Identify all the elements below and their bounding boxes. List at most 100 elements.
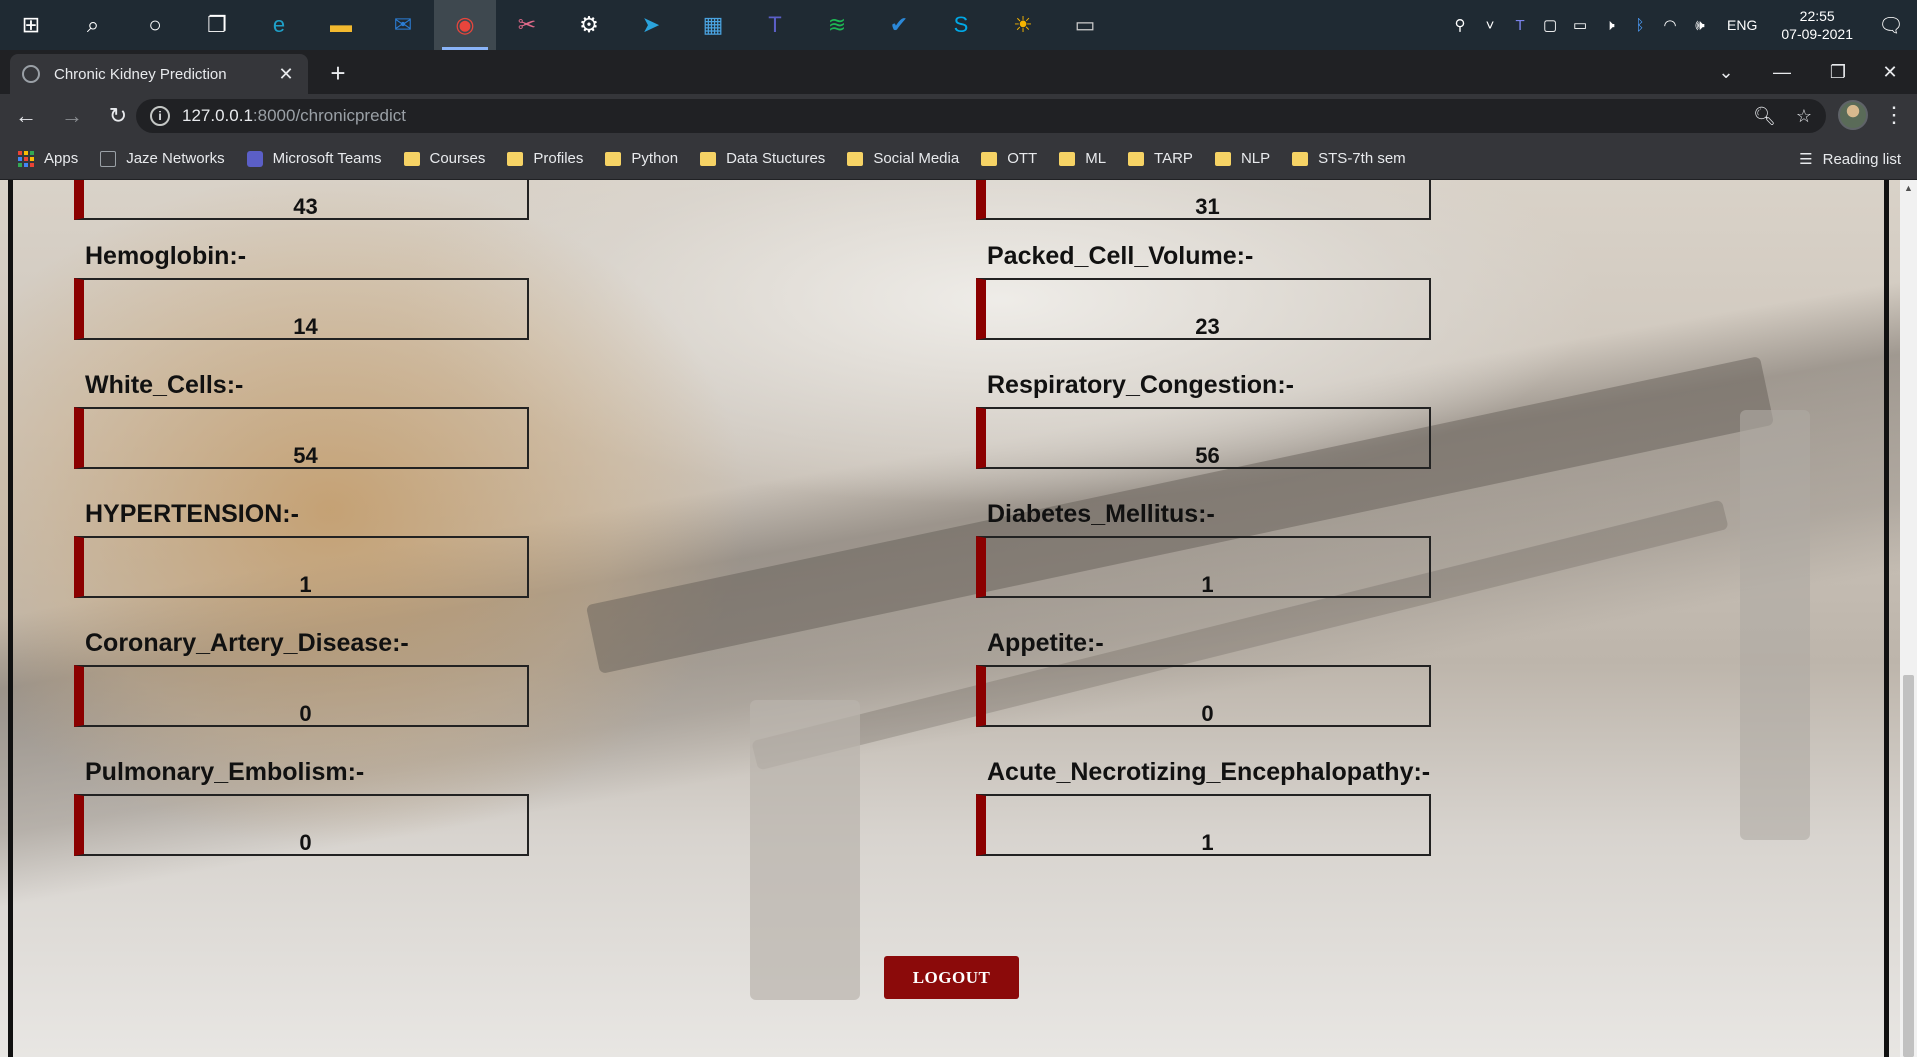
- folder-icon: [403, 151, 420, 166]
- bookmark-item[interactable]: Jaze Networks: [100, 150, 225, 167]
- snip-icon[interactable]: ✂: [496, 0, 558, 50]
- bookmark-item[interactable]: Microsoft Teams: [246, 150, 382, 167]
- bookmarks-bar: Apps Jaze Networks Microsoft Teams Courses P…: [0, 138, 1917, 180]
- meet-now-icon[interactable]: ▢: [1535, 16, 1565, 34]
- file-explorer-icon[interactable]: ▬: [310, 0, 372, 50]
- address-bar[interactable]: i 127.0.0.1:8000/chronicpredict 🔍︎ ☆: [136, 99, 1826, 133]
- telegram-icon[interactable]: ➤: [620, 0, 682, 50]
- todo-icon[interactable]: ✔: [868, 0, 930, 50]
- battery-icon[interactable]: ▭: [1565, 16, 1595, 34]
- task-view-icon[interactable]: ❐: [186, 0, 248, 50]
- folder-icon: [700, 151, 717, 166]
- close-window-button[interactable]: ✕: [1862, 50, 1917, 94]
- minimize-button[interactable]: —: [1754, 50, 1810, 94]
- apps-grid-icon: [18, 150, 34, 167]
- browser-tab-strip: Chronic Kidney Prediction ✕ + ⌄ — ❐ ✕: [0, 50, 1917, 94]
- reload-icon[interactable]: ↻: [98, 96, 138, 136]
- edge-icon[interactable]: e: [248, 0, 310, 50]
- language-indicator[interactable]: ENG: [1715, 17, 1769, 33]
- bookmark-item[interactable]: STS-7th sem: [1292, 150, 1406, 167]
- terminal-icon[interactable]: ▭: [1054, 0, 1116, 50]
- field-label: Diabetes_Mellitus:-: [987, 500, 1215, 528]
- value-box: 1: [976, 536, 1431, 598]
- folder-icon: [847, 151, 864, 166]
- bookmark-label: Apps: [44, 150, 79, 167]
- restore-button[interactable]: ❐: [1810, 50, 1866, 94]
- store-icon[interactable]: ▦: [682, 0, 744, 50]
- bookmark-item[interactable]: TARP: [1128, 150, 1193, 167]
- bookmark-item[interactable]: Python: [605, 150, 678, 167]
- folder-icon: [507, 151, 524, 166]
- reading-list-button[interactable]: ☰ Reading list: [1799, 138, 1901, 180]
- bookmark-item[interactable]: ML: [1059, 150, 1106, 167]
- volume-icon-2[interactable]: 🕪: [1685, 17, 1715, 34]
- value-box: 14: [74, 278, 529, 340]
- profile-avatar[interactable]: [1838, 100, 1868, 130]
- new-tab-button[interactable]: +: [322, 58, 354, 90]
- bed-leg-shape-right: [1740, 410, 1810, 840]
- folder-icon: [1059, 151, 1076, 166]
- bookmark-item[interactable]: NLP: [1214, 150, 1270, 167]
- scrollbar-thumb[interactable]: [1903, 675, 1914, 1057]
- back-arrow-icon[interactable]: ←: [6, 96, 46, 136]
- value-box: 56: [976, 407, 1431, 469]
- weather-icon[interactable]: ☀: [992, 0, 1054, 50]
- skype-icon[interactable]: S: [930, 0, 992, 50]
- people-icon[interactable]: ⚲: [1445, 16, 1475, 34]
- teams-icon[interactable]: T: [744, 0, 806, 50]
- bookmark-label: Microsoft Teams: [272, 150, 382, 167]
- page-viewport: 43 31 Hemoglobin:- 14 Packed_Cell_Volume…: [0, 180, 1917, 1057]
- site-info-icon[interactable]: i: [150, 106, 170, 126]
- tab-chronic-kidney-prediction[interactable]: Chronic Kidney Prediction ✕: [10, 54, 308, 94]
- mail-icon[interactable]: ✉: [372, 0, 434, 50]
- bookmark-item[interactable]: Social Media: [847, 150, 959, 167]
- bookmark-item[interactable]: Profiles: [507, 150, 583, 167]
- system-tray: ⚲ ˅ T ▢ ▭ 🕨 ᛒ ◠ 🕪 ENG 22:55 07-09-2021 🗨: [1445, 0, 1917, 50]
- field-label: HYPERTENSION:-: [85, 500, 299, 528]
- zoom-icon[interactable]: 🔍︎: [1753, 106, 1776, 127]
- bookmark-label: OTT: [1007, 150, 1038, 167]
- clock[interactable]: 22:55 07-09-2021: [1769, 7, 1865, 43]
- field-value: 0: [299, 701, 312, 726]
- page-border-left: [8, 180, 13, 1057]
- field-label: White_Cells:-: [85, 371, 244, 399]
- folder-icon: [1214, 151, 1231, 166]
- bookmark-star-icon[interactable]: ☆: [1796, 106, 1812, 127]
- forward-arrow-icon[interactable]: →: [52, 96, 92, 136]
- bluetooth-icon[interactable]: ᛒ: [1625, 17, 1655, 34]
- teams-icon: [246, 150, 263, 167]
- chrome-menu-icon[interactable]: ⋮: [1882, 98, 1906, 134]
- bookmark-item[interactable]: OTT: [981, 150, 1037, 167]
- bookmark-item[interactable]: Apps: [18, 150, 78, 167]
- folder-icon: [981, 151, 998, 166]
- chrome-icon[interactable]: ◉: [434, 0, 496, 50]
- volume-icon-1[interactable]: 🕨: [1595, 17, 1625, 34]
- logout-button[interactable]: LOGOUT: [884, 956, 1019, 999]
- show-hidden-icons-chevron-icon[interactable]: ˅: [1475, 17, 1505, 34]
- page-scrollbar[interactable]: ▲: [1900, 180, 1917, 1057]
- scroll-up-arrow-icon[interactable]: ▲: [1900, 180, 1917, 197]
- close-tab-icon[interactable]: ✕: [276, 64, 296, 85]
- bookmark-label: Social Media: [873, 150, 960, 167]
- bookmark-item[interactable]: Data Stuctures: [700, 150, 825, 167]
- search-icon[interactable]: ⌕: [62, 0, 124, 50]
- spotify-icon[interactable]: ≋: [806, 0, 868, 50]
- settings-icon[interactable]: ⚙: [558, 0, 620, 50]
- page-icon: [100, 150, 117, 167]
- notification-center-icon[interactable]: 🗨: [1865, 13, 1917, 38]
- bookmark-item[interactable]: Courses: [403, 150, 485, 167]
- start-icon[interactable]: ⊞: [0, 0, 62, 50]
- wifi-icon[interactable]: ◠: [1655, 16, 1685, 34]
- field-value: 1: [1201, 572, 1214, 597]
- cortana-icon[interactable]: ○: [124, 0, 186, 50]
- folder-icon: [1128, 151, 1145, 166]
- field-value: 1: [299, 572, 312, 597]
- value-box: 0: [74, 665, 529, 727]
- teams-tray-icon[interactable]: T: [1505, 17, 1535, 34]
- bookmark-label: Profiles: [533, 150, 584, 167]
- bookmark-label: Jaze Networks: [126, 150, 225, 167]
- tab-search-icon[interactable]: ⌄: [1698, 50, 1754, 94]
- page-favicon-icon: [22, 65, 40, 83]
- field-label: Packed_Cell_Volume:-: [987, 242, 1254, 270]
- tab-title: Chronic Kidney Prediction: [54, 65, 227, 83]
